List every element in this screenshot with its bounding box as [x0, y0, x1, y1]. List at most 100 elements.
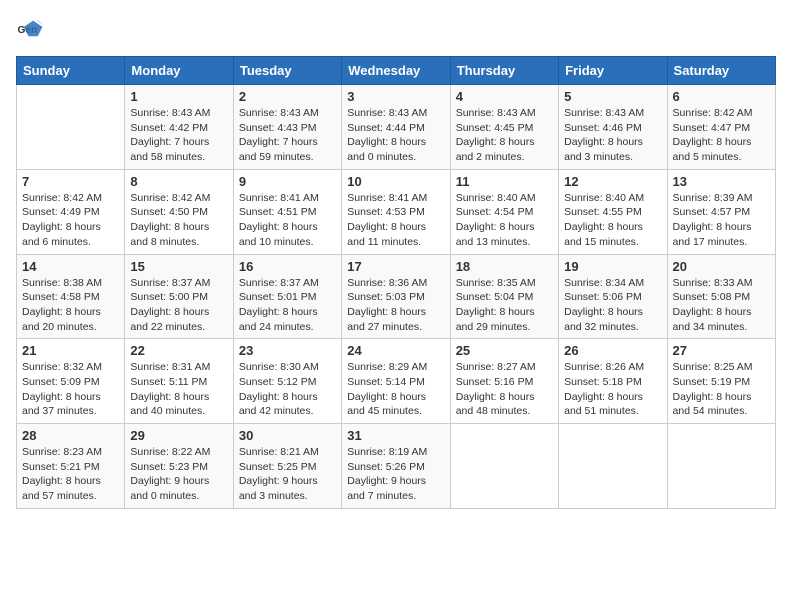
day-info: Sunrise: 8:23 AMSunset: 5:21 PMDaylight:…: [22, 445, 119, 504]
day-number: 31: [347, 428, 444, 443]
logo: Gen: [16, 16, 48, 44]
day-number: 19: [564, 259, 661, 274]
week-row-1: 1Sunrise: 8:43 AMSunset: 4:42 PMDaylight…: [17, 85, 776, 170]
header-row: SundayMondayTuesdayWednesdayThursdayFrid…: [17, 57, 776, 85]
day-cell: 21 Sunrise: 8:32 AMSunset: 5:09 PMDayligh…: [17, 339, 125, 424]
day-info: Sunrise: 8:41 AMSunset: 4:51 PMDaylight:…: [239, 191, 336, 250]
day-cell: 28 Sunrise: 8:23 AMSunset: 5:21 PMDayligh…: [17, 424, 125, 509]
day-info: Sunrise: 8:32 AMSunset: 5:09 PMDaylight:…: [22, 360, 119, 419]
day-number: 29: [130, 428, 227, 443]
day-header-tuesday: Tuesday: [233, 57, 341, 85]
day-number: 24: [347, 343, 444, 358]
day-cell: 11 Sunrise: 8:40 AMSunset: 4:54 PMDayligh…: [450, 169, 558, 254]
calendar-header: SundayMondayTuesdayWednesdayThursdayFrid…: [17, 57, 776, 85]
day-info: Sunrise: 8:43 AMSunset: 4:45 PMDaylight:…: [456, 106, 553, 165]
day-cell: 10 Sunrise: 8:41 AMSunset: 4:53 PMDayligh…: [342, 169, 450, 254]
day-cell: 1Sunrise: 8:43 AMSunset: 4:42 PMDaylight…: [125, 85, 233, 170]
day-cell: 4 Sunrise: 8:43 AMSunset: 4:45 PMDaylight…: [450, 85, 558, 170]
week-row-4: 21 Sunrise: 8:32 AMSunset: 5:09 PMDayligh…: [17, 339, 776, 424]
day-info: Sunrise: 8:43 AMSunset: 4:43 PMDaylight:…: [239, 106, 336, 165]
day-info: Sunrise: 8:29 AMSunset: 5:14 PMDaylight:…: [347, 360, 444, 419]
day-number: 5: [564, 89, 661, 104]
day-info: Sunrise: 8:37 AMSunset: 5:00 PMDaylight:…: [130, 276, 227, 335]
calendar-table: SundayMondayTuesdayWednesdayThursdayFrid…: [16, 56, 776, 509]
day-number: 7: [22, 174, 119, 189]
day-cell: 17 Sunrise: 8:36 AMSunset: 5:03 PMDayligh…: [342, 254, 450, 339]
day-header-wednesday: Wednesday: [342, 57, 450, 85]
day-info: Sunrise: 8:40 AMSunset: 4:55 PMDaylight:…: [564, 191, 661, 250]
week-row-5: 28 Sunrise: 8:23 AMSunset: 5:21 PMDayligh…: [17, 424, 776, 509]
day-number: 1: [130, 89, 227, 104]
day-info: Sunrise: 8:30 AMSunset: 5:12 PMDaylight:…: [239, 360, 336, 419]
day-cell: 30 Sunrise: 8:21 AMSunset: 5:25 PMDayligh…: [233, 424, 341, 509]
day-info: Sunrise: 8:40 AMSunset: 4:54 PMDaylight:…: [456, 191, 553, 250]
day-info: Sunrise: 8:33 AMSunset: 5:08 PMDaylight:…: [673, 276, 770, 335]
day-cell: 26Sunrise: 8:26 AMSunset: 5:18 PMDayligh…: [559, 339, 667, 424]
day-cell: 23Sunrise: 8:30 AMSunset: 5:12 PMDayligh…: [233, 339, 341, 424]
day-number: 28: [22, 428, 119, 443]
day-cell: 9Sunrise: 8:41 AMSunset: 4:51 PMDaylight…: [233, 169, 341, 254]
day-header-friday: Friday: [559, 57, 667, 85]
day-cell: [559, 424, 667, 509]
day-info: Sunrise: 8:21 AMSunset: 5:25 PMDaylight:…: [239, 445, 336, 504]
day-info: Sunrise: 8:42 AMSunset: 4:49 PMDaylight:…: [22, 191, 119, 250]
day-number: 4: [456, 89, 553, 104]
day-header-monday: Monday: [125, 57, 233, 85]
day-number: 30: [239, 428, 336, 443]
day-cell: [17, 85, 125, 170]
day-info: Sunrise: 8:43 AMSunset: 4:44 PMDaylight:…: [347, 106, 444, 165]
day-info: Sunrise: 8:36 AMSunset: 5:03 PMDaylight:…: [347, 276, 444, 335]
day-info: Sunrise: 8:42 AMSunset: 4:50 PMDaylight:…: [130, 191, 227, 250]
day-cell: 3 Sunrise: 8:43 AMSunset: 4:44 PMDaylight…: [342, 85, 450, 170]
day-info: Sunrise: 8:38 AMSunset: 4:58 PMDaylight:…: [22, 276, 119, 335]
day-info: Sunrise: 8:25 AMSunset: 5:19 PMDaylight:…: [673, 360, 770, 419]
day-header-saturday: Saturday: [667, 57, 775, 85]
day-cell: 31 Sunrise: 8:19 AMSunset: 5:26 PMDayligh…: [342, 424, 450, 509]
day-number: 21: [22, 343, 119, 358]
day-cell: 6 Sunrise: 8:42 AMSunset: 4:47 PMDaylight…: [667, 85, 775, 170]
day-info: Sunrise: 8:39 AMSunset: 4:57 PMDaylight:…: [673, 191, 770, 250]
day-number: 20: [673, 259, 770, 274]
day-info: Sunrise: 8:22 AMSunset: 5:23 PMDaylight:…: [130, 445, 227, 504]
calendar-body: 1Sunrise: 8:43 AMSunset: 4:42 PMDaylight…: [17, 85, 776, 509]
day-number: 15: [130, 259, 227, 274]
day-number: 25: [456, 343, 553, 358]
day-number: 3: [347, 89, 444, 104]
day-cell: 19 Sunrise: 8:34 AMSunset: 5:06 PMDayligh…: [559, 254, 667, 339]
day-cell: 14 Sunrise: 8:38 AMSunset: 4:58 PMDayligh…: [17, 254, 125, 339]
day-cell: 24 Sunrise: 8:29 AMSunset: 5:14 PMDayligh…: [342, 339, 450, 424]
day-info: Sunrise: 8:37 AMSunset: 5:01 PMDaylight:…: [239, 276, 336, 335]
day-cell: 16 Sunrise: 8:37 AMSunset: 5:01 PMDayligh…: [233, 254, 341, 339]
day-number: 8: [130, 174, 227, 189]
day-number: 22: [130, 343, 227, 358]
day-info: Sunrise: 8:34 AMSunset: 5:06 PMDaylight:…: [564, 276, 661, 335]
day-number: 10: [347, 174, 444, 189]
day-number: 18: [456, 259, 553, 274]
day-cell: 12Sunrise: 8:40 AMSunset: 4:55 PMDayligh…: [559, 169, 667, 254]
day-info: Sunrise: 8:19 AMSunset: 5:26 PMDaylight:…: [347, 445, 444, 504]
day-cell: 18Sunrise: 8:35 AMSunset: 5:04 PMDayligh…: [450, 254, 558, 339]
day-number: 13: [673, 174, 770, 189]
day-cell: 20 Sunrise: 8:33 AMSunset: 5:08 PMDayligh…: [667, 254, 775, 339]
day-number: 27: [673, 343, 770, 358]
day-info: Sunrise: 8:27 AMSunset: 5:16 PMDaylight:…: [456, 360, 553, 419]
day-cell: [667, 424, 775, 509]
day-header-thursday: Thursday: [450, 57, 558, 85]
day-info: Sunrise: 8:41 AMSunset: 4:53 PMDaylight:…: [347, 191, 444, 250]
day-cell: 7 Sunrise: 8:42 AMSunset: 4:49 PMDaylight…: [17, 169, 125, 254]
day-number: 11: [456, 174, 553, 189]
day-info: Sunrise: 8:43 AMSunset: 4:46 PMDaylight:…: [564, 106, 661, 165]
day-number: 17: [347, 259, 444, 274]
day-number: 2: [239, 89, 336, 104]
day-cell: 2 Sunrise: 8:43 AMSunset: 4:43 PMDaylight…: [233, 85, 341, 170]
day-cell: 5 Sunrise: 8:43 AMSunset: 4:46 PMDaylight…: [559, 85, 667, 170]
day-number: 16: [239, 259, 336, 274]
day-cell: 22Sunrise: 8:31 AMSunset: 5:11 PMDayligh…: [125, 339, 233, 424]
week-row-3: 14 Sunrise: 8:38 AMSunset: 4:58 PMDayligh…: [17, 254, 776, 339]
day-info: Sunrise: 8:26 AMSunset: 5:18 PMDaylight:…: [564, 360, 661, 419]
day-number: 6: [673, 89, 770, 104]
day-info: Sunrise: 8:42 AMSunset: 4:47 PMDaylight:…: [673, 106, 770, 165]
day-cell: 29 Sunrise: 8:22 AMSunset: 5:23 PMDayligh…: [125, 424, 233, 509]
day-number: 14: [22, 259, 119, 274]
week-row-2: 7 Sunrise: 8:42 AMSunset: 4:49 PMDaylight…: [17, 169, 776, 254]
